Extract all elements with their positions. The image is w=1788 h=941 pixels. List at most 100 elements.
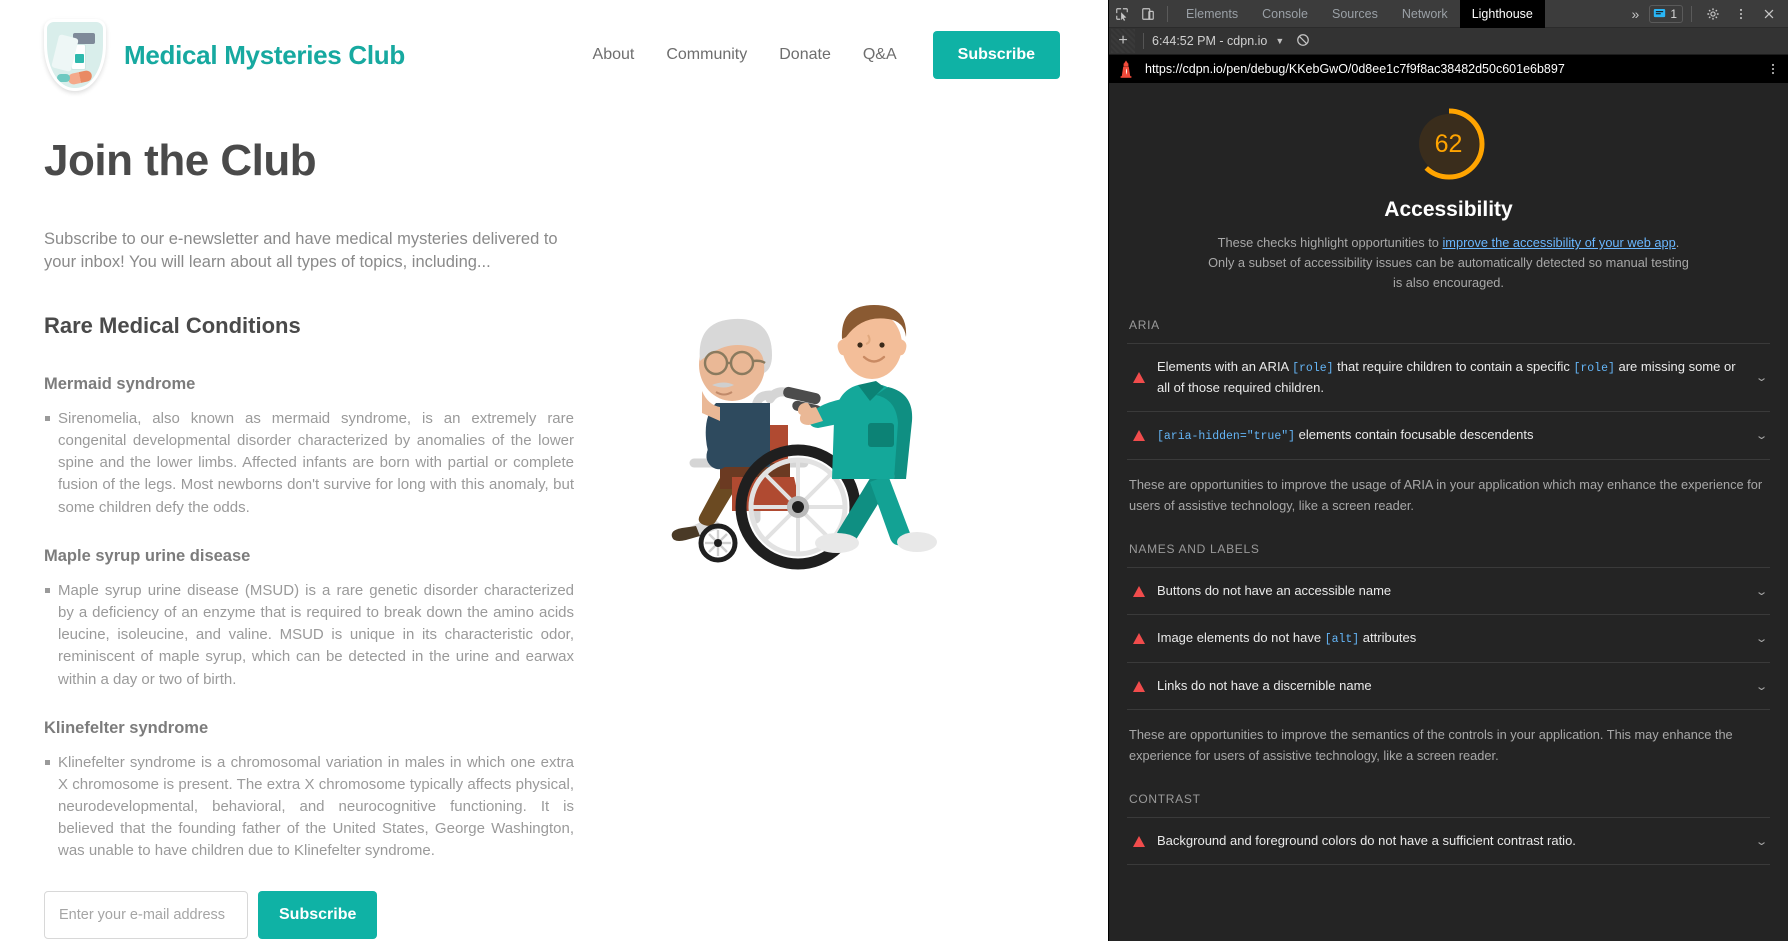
condition-list-mermaid: Sirenomelia, also known as mermaid syndr…	[44, 408, 574, 519]
warning-triangle-icon	[1133, 430, 1145, 442]
warning-triangle-icon	[1133, 633, 1145, 645]
subscribe-submit-button[interactable]: Subscribe	[258, 890, 378, 939]
newsletter-form: Subscribe	[44, 890, 574, 939]
content-column: Join the Club Subscribe to our e-newslet…	[44, 110, 574, 941]
group-title-aria: ARIA	[1129, 318, 1160, 333]
chevron-down-icon[interactable]: ⌄	[1755, 835, 1768, 848]
warning-triangle-icon	[1133, 680, 1145, 692]
audit-row[interactable]: Links do not have a discernible name ⌄	[1127, 662, 1770, 711]
description-pre: These checks highlight opportunities to	[1217, 235, 1443, 250]
audit-list-names-and-labels: Buttons do not have an accessible name ⌄…	[1127, 567, 1770, 711]
email-field[interactable]	[44, 890, 248, 939]
list-item: Maple syrup urine disease (MSUD) is a ra…	[44, 580, 574, 691]
condition-heading-klinefelter: Klinefelter syndrome	[44, 718, 209, 737]
tab-network[interactable]: Network	[1390, 0, 1460, 28]
score-header: 62 Accessibility These checks highlight …	[1127, 83, 1770, 292]
audit-title: Background and foreground colors do not …	[1157, 833, 1576, 849]
chevron-down-icon[interactable]: ▼	[1275, 36, 1284, 46]
audit-row[interactable]: Background and foreground colors do not …	[1127, 817, 1770, 866]
message-count: 1	[1670, 6, 1677, 21]
group-note-names-and-labels: These are opportunities to improve the s…	[1129, 727, 1733, 763]
category-description: These checks highlight opportunities to …	[1204, 233, 1694, 292]
devtools-panel: Elements Console Sources Network Lightho…	[1108, 0, 1788, 941]
group-note-aria: These are opportunities to improve the u…	[1129, 477, 1763, 513]
page-title: Join the Club	[44, 136, 317, 185]
audit-row[interactable]: Buttons do not have an accessible name ⌄	[1127, 567, 1770, 614]
medical-shield-badge-icon	[44, 19, 106, 91]
nav-item-community[interactable]: Community	[666, 46, 747, 64]
audit-list-contrast: Background and foreground colors do not …	[1127, 817, 1770, 866]
caregiver-pushing-wheelchair-illustration	[671, 305, 937, 570]
lighthouse-icon	[1117, 60, 1135, 78]
toolbar-divider-2	[1691, 5, 1692, 22]
main-nav: About Community Donate Q&A Subscribe	[593, 31, 1060, 79]
tab-console[interactable]: Console	[1250, 0, 1320, 28]
audit-row[interactable]: [aria-hidden="true"] elements contain fo…	[1127, 411, 1770, 461]
warning-triangle-icon	[1133, 372, 1145, 384]
accessibility-docs-link[interactable]: improve the accessibility of your web ap…	[1442, 235, 1675, 250]
page-body: Join the Club Subscribe to our e-newslet…	[0, 110, 1108, 941]
audit-title: Links do not have a discernible name	[1157, 678, 1372, 694]
condition-heading-mermaid: Mermaid syndrome	[44, 374, 196, 393]
condition-list-msud: Maple syrup urine disease (MSUD) is a ra…	[44, 580, 574, 691]
score-value: 62	[1434, 129, 1463, 158]
web-page: Medical Mysteries Club About Community D…	[0, 0, 1108, 941]
device-toolbar-icon[interactable]	[1135, 1, 1161, 27]
brand[interactable]: Medical Mysteries Club	[44, 19, 405, 91]
category-title: Accessibility	[1384, 198, 1513, 221]
nav-item-qa[interactable]: Q&A	[863, 46, 897, 64]
intro-paragraph: Subscribe to our e-newsletter and have m…	[44, 230, 558, 272]
audit-list-aria: Elements with an ARIA [role] that requir…	[1127, 343, 1770, 461]
overflow-tabs-icon[interactable]: »	[1624, 6, 1648, 22]
nav-subscribe-button[interactable]: Subscribe	[932, 31, 1060, 79]
audit-row[interactable]: Elements with an ARIA [role] that requir…	[1127, 343, 1770, 411]
warning-triangle-icon	[1133, 835, 1145, 847]
lighthouse-subbar: + 6:44:52 PM - cdpn.io ▼	[1109, 28, 1788, 55]
site-header: Medical Mysteries Club About Community D…	[0, 0, 1108, 110]
gear-icon[interactable]	[1700, 1, 1726, 27]
chevron-down-icon[interactable]: ⌄	[1755, 371, 1768, 384]
group-names-and-labels: NAMES AND LABELS Buttons do not have an …	[1127, 542, 1770, 766]
chevron-down-icon[interactable]: ⌄	[1755, 632, 1768, 645]
group-title-contrast: CONTRAST	[1129, 792, 1201, 807]
group-aria: ARIA Elements with an ARIA [role] that r…	[1127, 318, 1770, 516]
screen: Medical Mysteries Club About Community D…	[0, 0, 1788, 941]
chevron-down-icon[interactable]: ⌄	[1755, 680, 1768, 693]
group-contrast: CONTRAST Background and foreground color…	[1127, 792, 1770, 866]
new-report-icon[interactable]: +	[1111, 29, 1135, 53]
list-item: Klinefelter syndrome is a chromosomal va…	[44, 752, 574, 863]
list-item: Sirenomelia, also known as mermaid syndr…	[44, 408, 574, 519]
close-icon[interactable]	[1756, 1, 1782, 27]
nav-item-about[interactable]: About	[593, 46, 635, 64]
section-heading: Rare Medical Conditions	[44, 312, 301, 338]
subbar-divider	[1143, 33, 1144, 49]
condition-list-klinefelter: Klinefelter syndrome is a chromosomal va…	[44, 752, 574, 863]
nav-item-donate[interactable]: Donate	[779, 46, 831, 64]
toolbar-divider	[1167, 5, 1168, 22]
report-url-bar: https://cdpn.io/pen/debug/KKebGwO/0d8ee1…	[1109, 55, 1788, 83]
audit-row[interactable]: Image elements do not have [alt] attribu…	[1127, 614, 1770, 662]
clear-icon[interactable]	[1296, 33, 1310, 50]
message-badge-icon[interactable]: 1	[1649, 4, 1683, 23]
report-run-label: 6:44:52 PM - cdpn.io	[1152, 34, 1268, 48]
audit-title: Elements with an ARIA [role] that requir…	[1157, 359, 1736, 396]
condition-heading-msud: Maple syrup urine disease	[44, 546, 251, 565]
tab-elements[interactable]: Elements	[1174, 0, 1250, 28]
report-url: https://cdpn.io/pen/debug/KKebGwO/0d8ee1…	[1145, 62, 1565, 76]
audit-title: [aria-hidden="true"] elements contain fo…	[1157, 427, 1534, 444]
audit-title: Image elements do not have [alt] attribu…	[1157, 630, 1417, 647]
kebab-menu-icon[interactable]	[1728, 1, 1754, 27]
audit-title: Buttons do not have an accessible name	[1157, 583, 1392, 599]
tab-lighthouse[interactable]: Lighthouse	[1459, 0, 1545, 28]
lighthouse-report: 62 Accessibility These checks highlight …	[1109, 83, 1788, 941]
report-menu-icon[interactable]	[1766, 62, 1780, 76]
chevron-down-icon[interactable]: ⌄	[1755, 585, 1768, 598]
score-gauge: 62	[1410, 105, 1488, 183]
illustration-column	[574, 110, 1064, 941]
chevron-down-icon[interactable]: ⌄	[1755, 429, 1768, 442]
inspect-element-icon[interactable]	[1109, 1, 1135, 27]
warning-triangle-icon	[1133, 585, 1145, 597]
tab-sources[interactable]: Sources	[1320, 0, 1390, 28]
devtools-toolbar-right: » 1	[1624, 1, 1788, 27]
group-title-names-and-labels: NAMES AND LABELS	[1129, 542, 1260, 557]
